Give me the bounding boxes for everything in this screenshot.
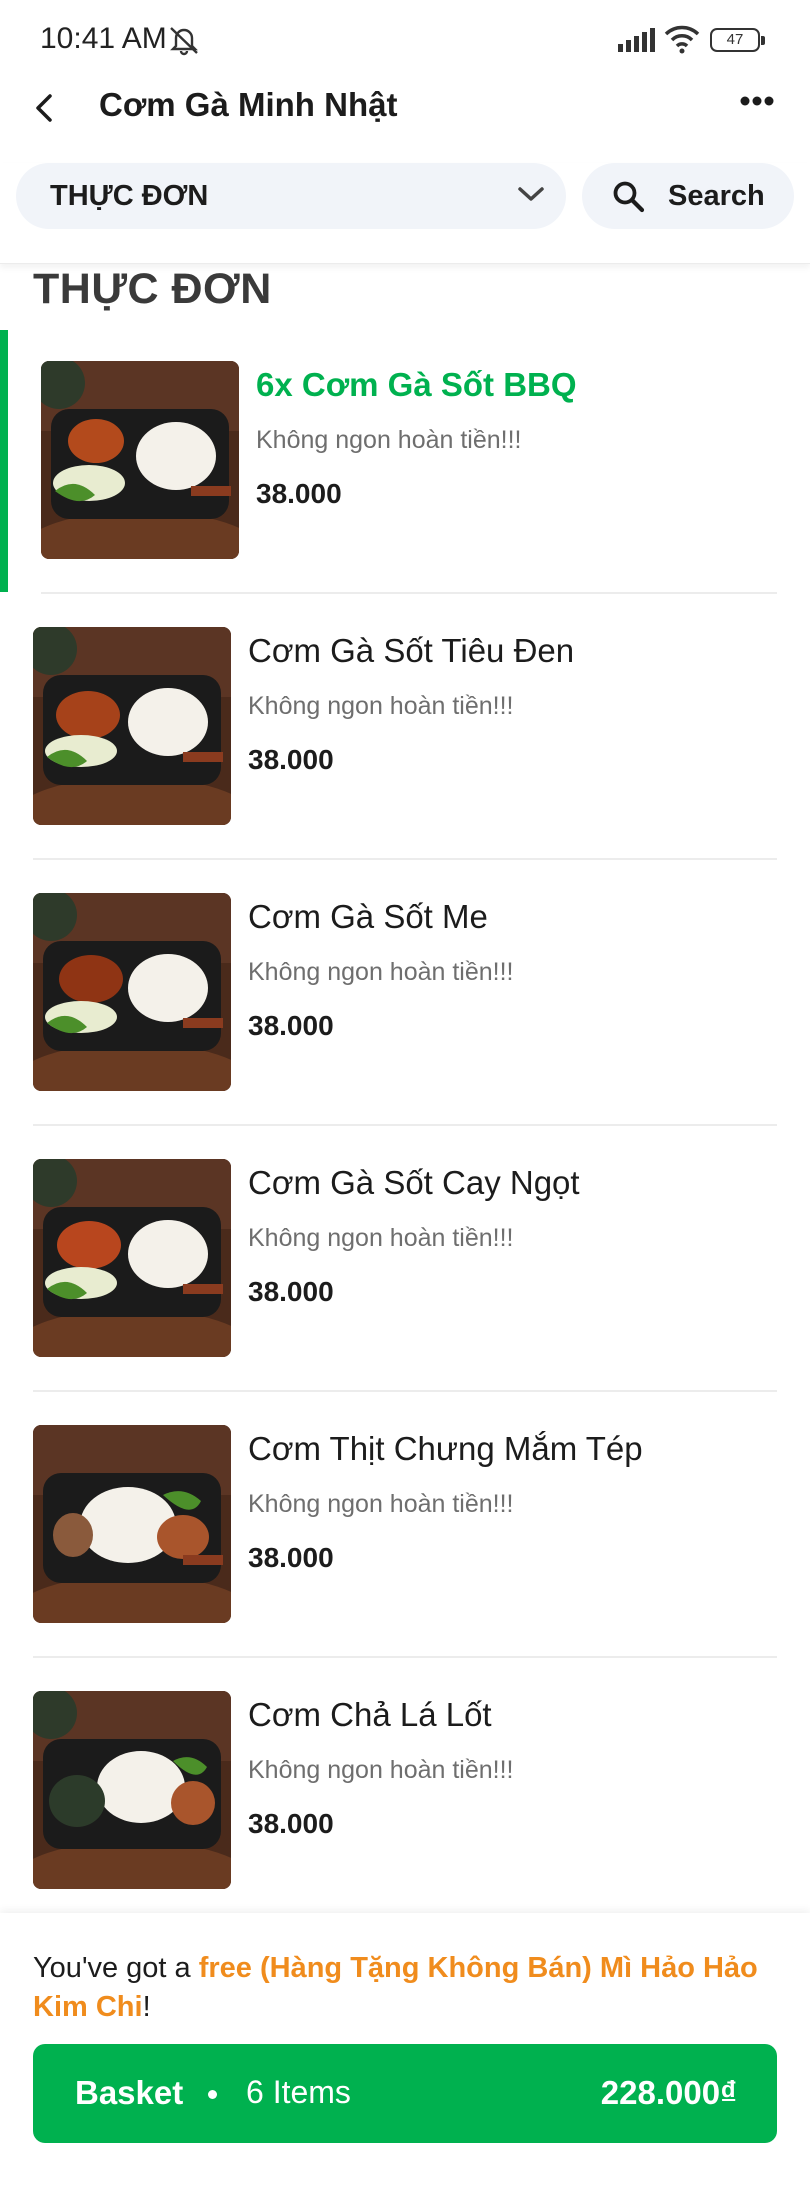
promo-prefix: You've got a — [33, 1952, 199, 1984]
signal-icon — [618, 28, 656, 57]
item-name: Cơm Gà Sốt Tiêu Đen — [248, 632, 575, 669]
basket-total: 228.000₫ — [600, 2074, 737, 2111]
food-image — [33, 893, 231, 1091]
status-time: 10:41 AM — [40, 22, 167, 55]
item-description: Không ngon hoàn tiền!!! — [248, 1224, 514, 1252]
bottom-panel: You've got a free (Hàng Tặng Không Bán) … — [0, 1913, 810, 2210]
item-description: Không ngon hoàn tiền!!! — [256, 426, 522, 454]
item-description: Không ngon hoàn tiền!!! — [248, 958, 514, 986]
item-description: Không ngon hoàn tiền!!! — [248, 692, 514, 720]
selected-indicator — [0, 330, 8, 592]
basket-label: Basket — [75, 2074, 184, 2111]
item-price: 38.000 — [248, 1276, 334, 1307]
divider — [33, 858, 777, 860]
divider — [41, 592, 777, 594]
item-name: Cơm Chả Lá Lốt — [248, 1696, 492, 1733]
category-dropdown[interactable]: THỰC ĐƠN — [16, 163, 566, 229]
divider — [33, 1124, 777, 1126]
item-price: 38.000 — [248, 1808, 334, 1839]
menu-selector-row: THỰC ĐƠN Search — [0, 163, 810, 264]
food-image — [33, 1159, 231, 1357]
basket-button[interactable]: Basket 6 Items 228.000₫ — [33, 2044, 777, 2143]
menu-item[interactable]: Cơm Gà Sốt Tiêu Đen Không ngon hoàn tiền… — [0, 596, 810, 862]
category-dropdown-label: THỰC ĐƠN — [50, 180, 209, 212]
page-title: Cơm Gà Minh Nhật — [99, 86, 398, 123]
food-image — [33, 627, 231, 825]
bullet-separator — [208, 2090, 217, 2099]
promo-message: You've got a free (Hàng Tặng Không Bán) … — [33, 1949, 773, 2027]
wifi-icon — [664, 24, 700, 59]
item-price: 38.000 — [256, 478, 342, 509]
menu-item[interactable]: 6x Cơm Gà Sốt BBQ Không ngon hoàn tiền!!… — [0, 330, 810, 596]
notifications-muted-icon — [166, 24, 202, 61]
app-header: Cơm Gà Minh Nhật — [0, 80, 810, 140]
search-icon — [612, 180, 646, 219]
item-name: Cơm Gà Sốt Me — [248, 898, 488, 935]
food-image — [41, 361, 239, 559]
chevron-down-icon — [516, 183, 546, 210]
battery-icon: 47 — [710, 28, 765, 52]
menu-item[interactable]: Cơm Gà Sốt Cay Ngọt Không ngon hoàn tiền… — [0, 1128, 810, 1394]
item-price: 38.000 — [248, 1010, 334, 1041]
item-name: Cơm Thịt Chưng Mắm Tép — [248, 1430, 643, 1467]
promo-suffix: ! — [142, 1991, 151, 2023]
basket-item-count: 6 Items — [246, 2074, 351, 2110]
status-bar: 10:41 AM 47 — [0, 0, 810, 80]
item-description: Không ngon hoàn tiền!!! — [248, 1756, 514, 1784]
item-name: Cơm Gà Sốt Cay Ngọt — [248, 1164, 580, 1201]
item-name: 6x Cơm Gà Sốt BBQ — [256, 366, 577, 403]
search-button[interactable]: Search — [582, 163, 794, 229]
divider — [33, 1390, 777, 1392]
food-image — [33, 1425, 231, 1623]
item-price: 38.000 — [248, 1542, 334, 1573]
item-price: 38.000 — [248, 744, 334, 775]
section-title: THỰC ĐƠN — [33, 265, 272, 313]
more-options-icon[interactable] — [740, 94, 774, 112]
divider — [33, 1656, 777, 1658]
item-description: Không ngon hoàn tiền!!! — [248, 1490, 514, 1518]
menu-item[interactable]: Cơm Chả Lá Lốt Không ngon hoàn tiền!!! 3… — [0, 1660, 810, 1926]
menu-item[interactable]: Cơm Gà Sốt Me Không ngon hoàn tiền!!! 38… — [0, 862, 810, 1128]
menu-item[interactable]: Cơm Thịt Chưng Mắm Tép Không ngon hoàn t… — [0, 1394, 810, 1660]
back-arrow-icon[interactable] — [28, 88, 60, 133]
food-image — [33, 1691, 231, 1889]
search-label: Search — [668, 180, 765, 212]
